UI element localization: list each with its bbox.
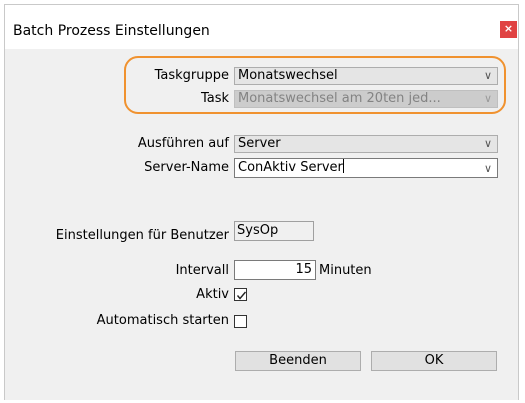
chevron-down-icon: ∨ xyxy=(483,69,492,82)
taskgruppe-value: Monatswechsel xyxy=(238,68,338,83)
intervall-label: Intervall xyxy=(175,263,229,278)
autostart-label: Automatisch starten xyxy=(96,313,229,328)
task-label: Task xyxy=(200,91,229,106)
benutzer-value: SysOp xyxy=(237,223,279,238)
intervall-input[interactable]: 15 xyxy=(234,260,316,280)
beenden-button[interactable]: Beenden xyxy=(235,351,361,371)
aktiv-checkbox[interactable] xyxy=(234,288,247,301)
ausfuehren-value: Server xyxy=(238,136,281,151)
close-button[interactable]: × xyxy=(500,21,517,38)
chevron-down-icon: ∨ xyxy=(483,92,492,105)
autostart-checkbox[interactable] xyxy=(234,315,247,328)
chevron-down-icon: ∨ xyxy=(483,162,492,175)
task-value: Monatswechsel am 20ten jed... xyxy=(238,91,441,106)
intervall-value: 15 xyxy=(295,262,312,277)
benutzer-field: SysOp xyxy=(234,221,314,241)
title-bar[interactable]: Batch Prozess Einstellungen × xyxy=(5,5,518,49)
ausfuehren-select[interactable]: Server ∨ xyxy=(234,135,498,153)
checkmark-icon xyxy=(236,291,247,300)
servername-value: ConAktiv Server xyxy=(238,160,343,175)
einstellungen-label: Einstellungen für Benutzer xyxy=(55,228,229,243)
ok-button[interactable]: OK xyxy=(371,351,497,371)
servername-combobox[interactable]: ConAktiv Server ∨ xyxy=(234,158,498,178)
window-title: Batch Prozess Einstellungen xyxy=(13,23,210,39)
ausfuehren-label: Ausführen auf xyxy=(137,136,229,151)
text-caret xyxy=(342,159,344,173)
intervall-unit: Minuten xyxy=(319,263,372,278)
chevron-down-icon: ∨ xyxy=(483,137,492,150)
servername-label: Server-Name xyxy=(144,160,229,175)
aktiv-label: Aktiv xyxy=(196,287,229,302)
taskgruppe-label: Taskgruppe xyxy=(154,68,229,83)
task-select[interactable]: Monatswechsel am 20ten jed... ∨ xyxy=(234,90,498,108)
taskgruppe-select[interactable]: Monatswechsel ∨ xyxy=(234,67,498,85)
close-icon: × xyxy=(503,22,514,35)
